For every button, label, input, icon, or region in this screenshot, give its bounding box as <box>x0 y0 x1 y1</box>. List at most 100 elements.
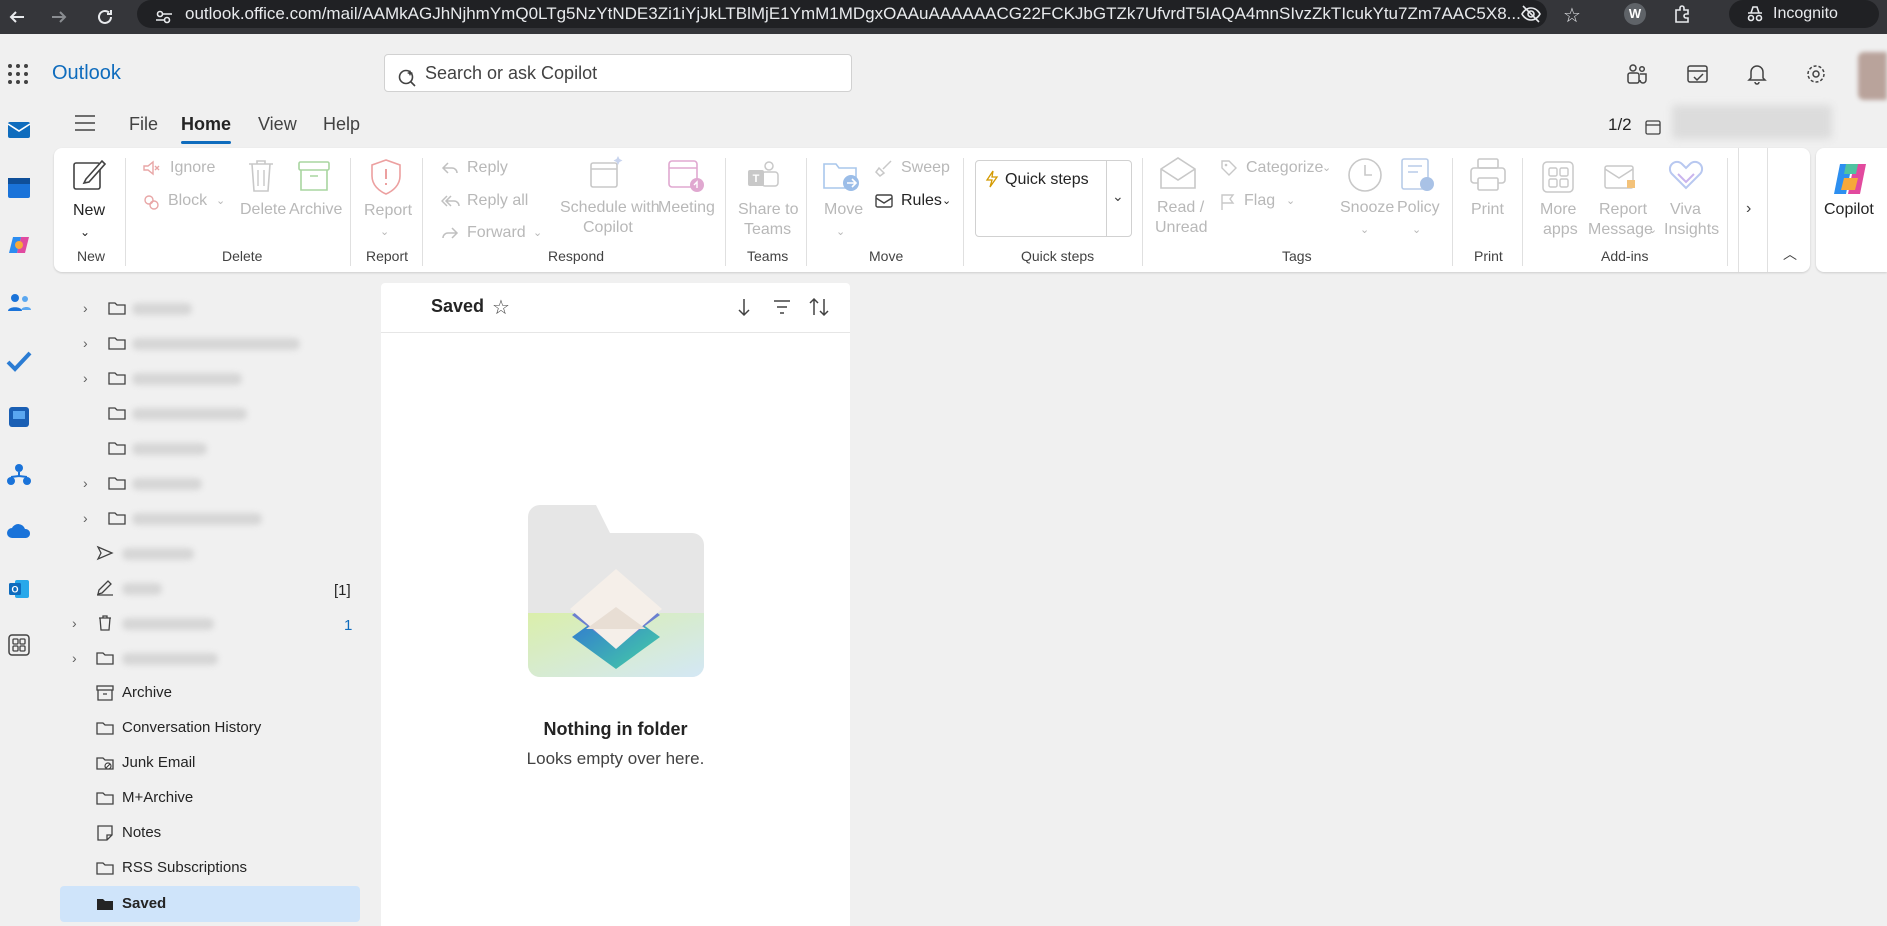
calendar-app-icon[interactable] <box>6 175 32 201</box>
categorize-dropdown-chevron-icon[interactable]: ⌄ <box>1322 158 1331 178</box>
forward-dropdown-chevron-icon[interactable]: ⌄ <box>533 223 542 243</box>
snooze-dropdown-chevron-icon[interactable]: ⌄ <box>1360 220 1369 240</box>
app-name[interactable]: Outlook <box>52 62 121 85</box>
move-dropdown-chevron-icon[interactable]: ⌄ <box>836 222 845 242</box>
copilot-button[interactable]: Copilot <box>1824 200 1874 220</box>
folder-m-archive[interactable]: M+Archive <box>60 781 360 815</box>
tab-home[interactable]: Home <box>181 114 231 135</box>
folder-expand-chevron-icon[interactable]: › <box>83 300 88 316</box>
categorize-button[interactable]: Categorize <box>1246 158 1323 178</box>
folder-junk-email[interactable]: Junk Email <box>60 746 360 780</box>
folder-saved[interactable]: Saved <box>60 887 360 921</box>
folder-expand-chevron-icon[interactable]: › <box>83 475 88 491</box>
jump-to-bottom-arrow-icon[interactable] <box>737 297 751 321</box>
folder-name-hidden[interactable] <box>122 618 214 630</box>
viva-insights-line2[interactable]: Insights <box>1664 220 1719 240</box>
report-message-line1[interactable]: Report <box>1599 200 1647 220</box>
site-info-icon[interactable] <box>155 6 173 28</box>
block-button[interactable]: Block <box>168 191 207 211</box>
share-to-teams-line2[interactable]: Teams <box>744 220 791 240</box>
sort-icon[interactable] <box>809 297 829 321</box>
new-mail-icon[interactable] <box>72 157 107 195</box>
eye-off-icon[interactable] <box>1520 4 1542 28</box>
report-message-line2[interactable]: Message <box>1588 220 1653 240</box>
word-app-icon[interactable] <box>6 404 32 430</box>
my-day-icon[interactable] <box>1684 60 1712 88</box>
calendar-small-icon[interactable] <box>1645 119 1661 139</box>
folder-name-hidden[interactable] <box>132 513 262 525</box>
folder-expand-chevron-icon[interactable]: › <box>83 335 88 351</box>
snooze-button[interactable]: Snooze <box>1340 198 1394 218</box>
hamburger-menu-icon[interactable] <box>74 114 96 136</box>
tab-help[interactable]: Help <box>323 114 360 135</box>
mail-app-icon[interactable] <box>6 116 32 142</box>
report-dropdown-chevron-icon[interactable]: ⌄ <box>380 222 389 242</box>
flag-dropdown-chevron-icon[interactable]: ⌄ <box>1286 191 1295 211</box>
reply-all-button[interactable]: Reply all <box>467 191 528 211</box>
move-button[interactable]: Move <box>824 200 863 220</box>
folder-name-hidden[interactable] <box>132 443 207 455</box>
folder-name-hidden[interactable] <box>122 548 194 560</box>
rules-dropdown-chevron-icon[interactable]: ⌄ <box>942 191 951 211</box>
quick-steps-button[interactable]: Quick steps <box>1005 170 1089 190</box>
ribbon-scroll-right-icon[interactable]: › <box>1746 200 1751 218</box>
folder-notes[interactable]: Notes <box>60 816 360 850</box>
read-unread-line1[interactable]: Read / <box>1157 198 1204 218</box>
folder-expand-chevron-icon[interactable]: › <box>72 615 77 631</box>
policy-dropdown-chevron-icon[interactable]: ⌄ <box>1412 220 1421 240</box>
notifications-bell-icon[interactable] <box>1743 60 1771 88</box>
print-button[interactable]: Print <box>1471 200 1504 220</box>
quick-steps-expand-chevron-icon[interactable]: ⌄ <box>1112 188 1124 205</box>
onedrive-app-icon[interactable] <box>6 518 32 544</box>
flag-button[interactable]: Flag <box>1244 191 1275 211</box>
people-app-icon[interactable] <box>6 290 32 316</box>
folder-rss-subscriptions[interactable]: RSS Subscriptions <box>60 851 360 885</box>
forward-button[interactable]: Forward <box>467 223 526 243</box>
filter-icon[interactable] <box>773 299 791 319</box>
tab-view[interactable]: View <box>258 114 297 135</box>
folder-archive[interactable]: Archive <box>60 676 360 710</box>
new-dropdown-chevron-icon[interactable]: ⌄ <box>80 222 90 242</box>
read-unread-line2[interactable]: Unread <box>1155 218 1207 238</box>
forward-icon[interactable] <box>46 4 72 30</box>
reply-button[interactable]: Reply <box>467 158 508 178</box>
share-to-teams-line1[interactable]: Share to <box>738 200 798 220</box>
report-message-dropdown-chevron-icon[interactable]: ⌄ <box>1648 220 1657 240</box>
folder-name-hidden[interactable] <box>132 303 192 315</box>
folder-expand-chevron-icon[interactable]: › <box>83 370 88 386</box>
rules-button[interactable]: Rules <box>901 191 942 211</box>
ignore-button[interactable]: Ignore <box>170 158 215 178</box>
more-apps-line1[interactable]: More <box>1540 200 1576 220</box>
viva-insights-line1[interactable]: Viva <box>1670 200 1701 220</box>
bookmark-star-icon[interactable]: ☆ <box>1563 3 1581 28</box>
settings-gear-icon[interactable] <box>1802 60 1830 88</box>
new-button-label[interactable]: New <box>72 201 106 221</box>
collapse-ribbon-icon[interactable]: ︿ <box>1783 244 1797 264</box>
user-avatar[interactable] <box>1858 52 1887 100</box>
folder-name-hidden[interactable] <box>132 373 242 385</box>
extension-w-icon[interactable]: W <box>1624 3 1646 25</box>
folder-expand-chevron-icon[interactable]: › <box>72 650 77 666</box>
schedule-copilot-line2[interactable]: Copilot <box>583 218 633 238</box>
reload-icon[interactable] <box>92 4 118 30</box>
outlook-addin-icon[interactable]: O <box>6 576 32 602</box>
more-apps-icon[interactable] <box>6 632 32 658</box>
more-apps-line2[interactable]: apps <box>1543 220 1578 240</box>
back-icon[interactable] <box>4 4 30 30</box>
tab-file[interactable]: File <box>129 114 158 135</box>
folder-conversation-history[interactable]: Conversation History <box>60 711 360 745</box>
teams-meet-icon[interactable] <box>1623 60 1651 88</box>
search-input[interactable]: Search or ask Copilot <box>384 54 852 92</box>
schedule-copilot-line1[interactable]: Schedule with <box>560 198 660 218</box>
folder-name-hidden[interactable] <box>122 583 162 595</box>
policy-button[interactable]: Policy <box>1397 198 1440 218</box>
org-explorer-icon[interactable] <box>6 462 32 488</box>
folder-name-hidden[interactable] <box>132 478 202 490</box>
sweep-button[interactable]: Sweep <box>901 158 950 178</box>
folder-expand-chevron-icon[interactable]: › <box>83 510 88 526</box>
app-launcher-icon[interactable] <box>6 62 30 90</box>
report-button[interactable]: Report <box>364 201 412 221</box>
extensions-puzzle-icon[interactable] <box>1672 4 1692 28</box>
meeting-button[interactable]: Meeting <box>658 198 715 218</box>
address-bar[interactable]: outlook.office.com/mail/AAMkAGJhNjhmYmQ0… <box>137 0 1547 28</box>
